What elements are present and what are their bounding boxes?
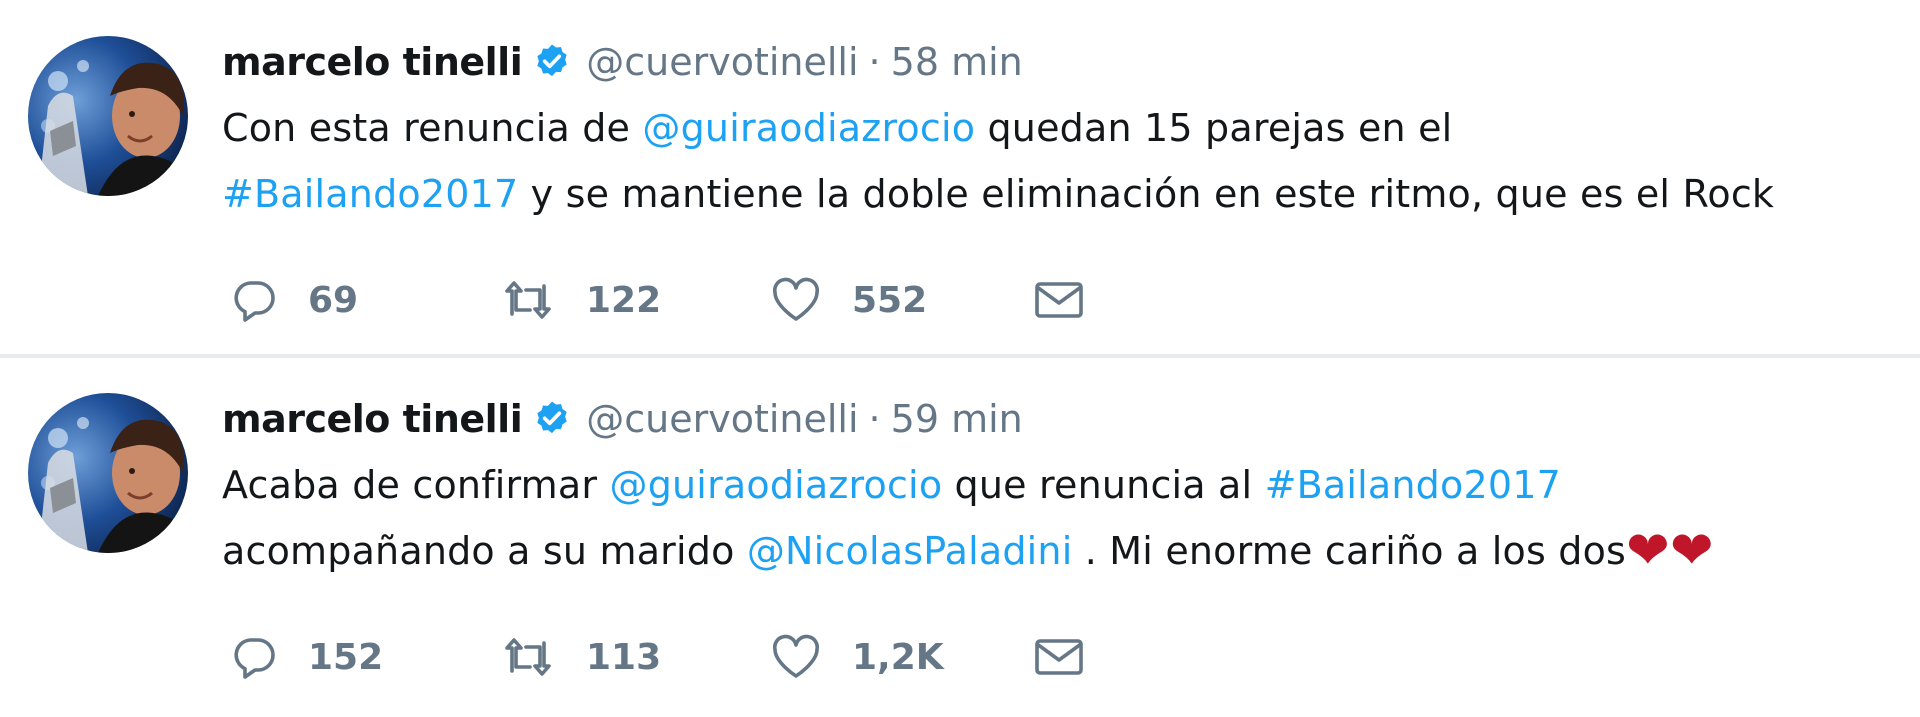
mention-link[interactable]: @guiraodiazrocio [610,463,943,507]
direct-message-icon [1032,633,1086,681]
tweet-actions: 69 122 552 [230,270,1086,330]
reply-count: 152 [308,636,384,678]
tweet-text-line: acompañando a su marido @NicolasPaladini… [222,518,1902,584]
retweet-icon [500,633,556,681]
tweet-text-segment: que renuncia al [942,463,1265,507]
direct-message-icon [1032,276,1086,324]
header-separator: · [868,397,881,441]
like-count: 1,2K [852,636,944,678]
author-handle[interactable]: @cuervotinelli [586,397,858,441]
author-avatar[interactable] [28,393,188,553]
reply-button[interactable]: 152 [230,633,500,681]
like-button[interactable]: 1,2K [770,633,1032,681]
direct-message-button[interactable] [1032,633,1086,681]
retweet-button[interactable]: 113 [500,633,770,681]
header-separator: · [868,40,881,84]
tweet-text-segment: Con esta renuncia de [222,106,643,150]
tweet[interactable]: marcelo tinelli @cuervotinelli · 59 min … [0,357,1920,717]
tweet-text-line: Con esta renuncia de @guiraodiazrocio qu… [222,95,1902,161]
verified-badge-icon [532,42,572,82]
tweet-header: marcelo tinelli @cuervotinelli · 59 min [222,389,1023,449]
tweet-text-line: #Bailando2017 y se mantiene la doble eli… [222,161,1902,227]
tweet-text-segment: acompañando a su marido [222,529,747,573]
tweet-timestamp[interactable]: 58 min [891,40,1023,84]
hashtag-link[interactable]: #Bailando2017 [222,172,518,216]
mention-link[interactable]: @NicolasPaladini [747,529,1073,573]
reply-icon [230,276,278,324]
author-handle[interactable]: @cuervotinelli [586,40,858,84]
tweet-timestamp[interactable]: 59 min [891,397,1023,441]
tweet-text: Con esta renuncia de @guiraodiazrocio qu… [222,95,1902,227]
tweet-timeline: marcelo tinelli @cuervotinelli · 58 min … [0,0,1920,717]
hashtag-link[interactable]: #Bailando2017 [1265,463,1561,507]
tweet-text: Acaba de confirmar @guiraodiazrocio que … [222,452,1902,584]
like-button[interactable]: 552 [770,276,1032,324]
mention-link[interactable]: @guiraodiazrocio [642,106,975,150]
reply-count: 69 [308,279,359,321]
reply-icon [230,633,278,681]
tweet-text-segment: Acaba de confirmar [222,463,610,507]
retweet-count: 113 [586,636,662,678]
reply-button[interactable]: 69 [230,276,500,324]
direct-message-button[interactable] [1032,276,1086,324]
tweet-actions: 152 113 1,2K [230,627,1086,687]
retweet-count: 122 [586,279,662,321]
like-icon [770,633,822,681]
like-count: 552 [852,279,928,321]
author-name[interactable]: marcelo tinelli [222,397,523,441]
author-avatar[interactable] [28,36,188,196]
heart-emoji: ❤❤ [1626,521,1714,581]
author-name[interactable]: marcelo tinelli [222,40,523,84]
tweet-text-line: Acaba de confirmar @guiraodiazrocio que … [222,452,1902,518]
retweet-icon [500,276,556,324]
like-icon [770,276,822,324]
verified-badge-icon [532,399,572,439]
tweet-text-segment: quedan 15 parejas en el [975,106,1453,150]
tweet-text-segment: y se mantiene la doble eliminación en es… [518,172,1775,216]
tweet-text-segment: . Mi enorme cariño a los dos [1072,529,1627,573]
retweet-button[interactable]: 122 [500,276,770,324]
tweet[interactable]: marcelo tinelli @cuervotinelli · 58 min … [0,0,1920,355]
tweet-header: marcelo tinelli @cuervotinelli · 58 min [222,32,1023,92]
